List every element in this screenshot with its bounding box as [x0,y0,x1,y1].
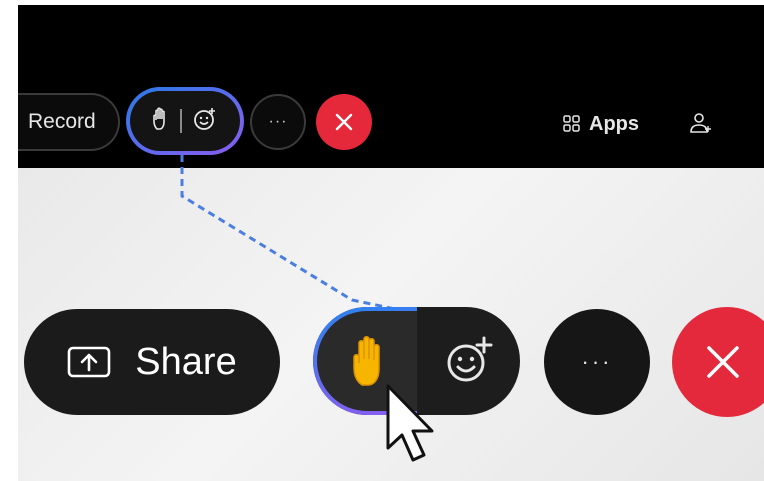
close-icon [707,346,739,378]
more-label: ··· [268,113,288,130]
mouse-pointer-icon [386,384,434,462]
screenshot: Record ··· Apps Share ··· [0,0,764,481]
emoji-add-icon [447,336,492,382]
apps-label: Apps [589,112,639,135]
more-label-large: ··· [581,349,613,374]
more-options-button-large[interactable]: ··· [544,309,650,415]
reactions-icon[interactable] [192,106,218,137]
share-screen-icon [67,346,111,378]
raise-hand-icon[interactable] [152,106,170,136]
record-label: Record [28,110,96,133]
close-icon [335,113,353,131]
record-button[interactable]: Record [18,93,120,151]
meeting-toolbar [18,5,764,168]
apps-grid-icon [563,115,580,132]
pill-divider [180,109,182,133]
raise-hand-icon [353,336,380,386]
leave-meeting-button[interactable] [316,94,372,150]
reactions-pill-highlighted[interactable] [126,87,244,155]
apps-button[interactable]: Apps [563,109,639,139]
share-button[interactable]: Share [24,309,280,415]
share-label: Share [135,340,237,383]
more-options-button[interactable]: ··· [250,94,306,150]
participants-icon[interactable] [689,111,713,135]
